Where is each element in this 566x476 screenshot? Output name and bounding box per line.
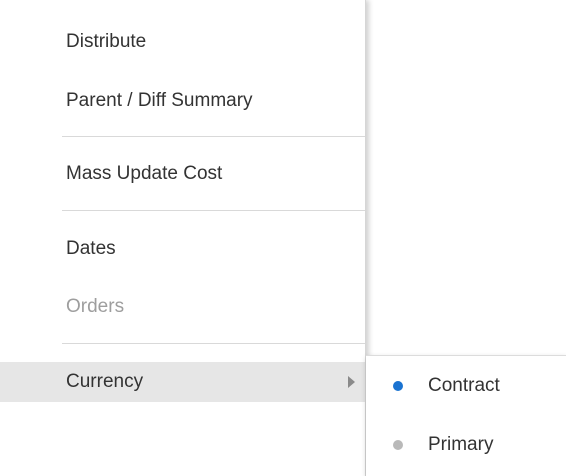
- menu-item-parent-diff-summary[interactable]: Parent / Diff Summary: [0, 81, 365, 121]
- menu-separator: [62, 343, 365, 344]
- menu-item-mass-update-cost[interactable]: Mass Update Cost: [0, 154, 365, 194]
- menu-item-label: Currency: [66, 371, 144, 392]
- menu-item-label: Distribute: [66, 31, 147, 52]
- currency-submenu: Contract Primary: [366, 355, 566, 476]
- menu-item-label: Parent / Diff Summary: [66, 90, 253, 111]
- menu-item-dates[interactable]: Dates: [0, 229, 365, 269]
- menu-item-currency[interactable]: Currency: [0, 362, 365, 402]
- menu-separator: [62, 136, 365, 137]
- actions-menu: Distribute Parent / Diff Summary Mass Up…: [0, 0, 366, 476]
- menu-separator: [62, 210, 365, 211]
- menu-item-label: Dates: [66, 238, 116, 259]
- submenu-item-primary[interactable]: Primary: [366, 425, 566, 465]
- submenu-item-label: Contract: [428, 375, 500, 396]
- submenu-item-contract[interactable]: Contract: [366, 366, 566, 406]
- radio-unselected-icon: [393, 440, 403, 450]
- menu-item-distribute[interactable]: Distribute: [0, 22, 365, 62]
- submenu-item-label: Primary: [428, 434, 494, 455]
- chevron-right-icon: [348, 376, 355, 388]
- menu-item-label: Mass Update Cost: [66, 163, 223, 184]
- menu-item-label: Orders: [66, 296, 125, 317]
- menu-item-orders: Orders: [0, 287, 365, 327]
- context-menu-screen: Distribute Parent / Diff Summary Mass Up…: [0, 0, 566, 476]
- radio-selected-icon: [393, 381, 403, 391]
